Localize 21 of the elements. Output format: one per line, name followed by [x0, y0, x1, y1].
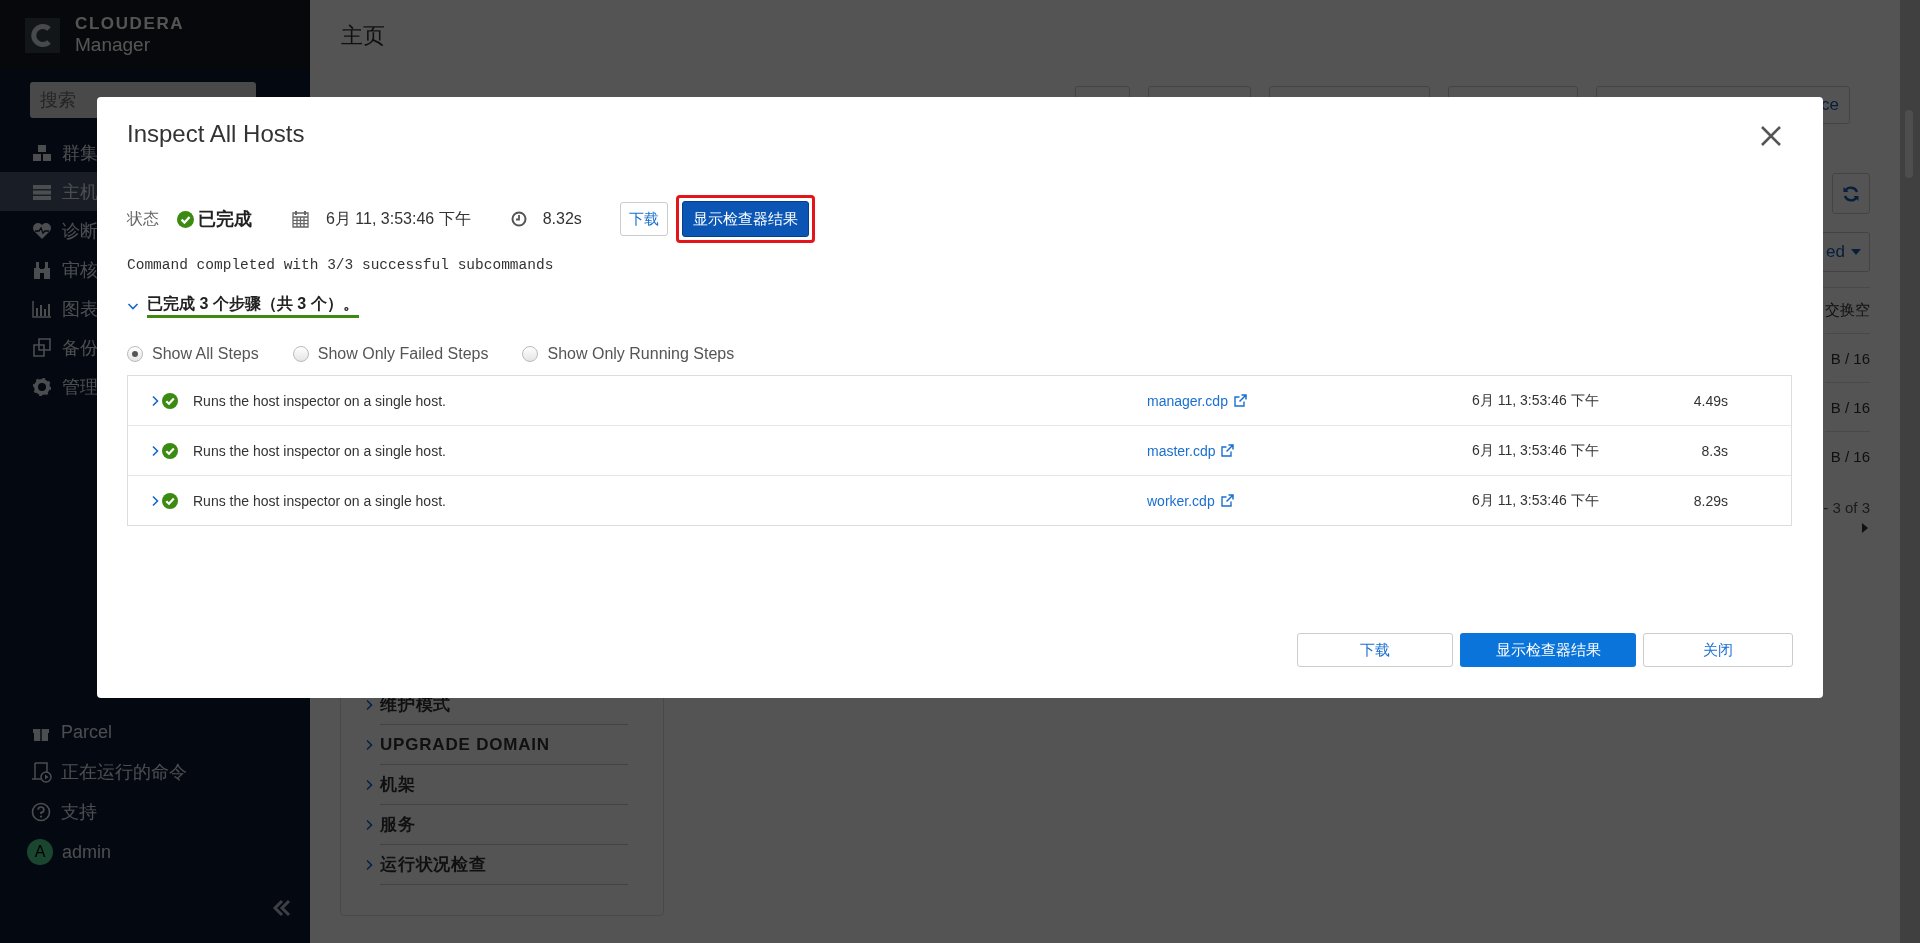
dialog-title: Inspect All Hosts	[127, 119, 305, 149]
step-duration: 8.3s	[1700, 442, 1728, 459]
step-time: 6月 11, 3:53:46 下午	[1472, 391, 1600, 410]
step-duration: 4.49s	[1692, 392, 1728, 409]
duration: 8.32s	[542, 210, 582, 228]
product-name: Manager	[75, 34, 151, 56]
status-label: 状态	[127, 208, 159, 229]
step-description: Runs the host inspector on a single host.	[193, 442, 446, 459]
step-description: Runs the host inspector on a single host.	[193, 392, 446, 409]
table-cell: B / 16	[1824, 333, 1870, 382]
step-time: 6月 11, 3:53:46 下午	[1472, 491, 1600, 510]
table-cell: B / 16	[1824, 431, 1870, 480]
step-time: 6月 11, 3:53:46 下午	[1472, 441, 1600, 460]
step-description: Runs the host inspector on a single host.	[193, 492, 446, 509]
command-message: Command completed with 3/3 successful subcommands	[127, 256, 555, 275]
start-time: 6月 11, 3:53:46 下午	[326, 208, 471, 229]
brand-name: CLOUDERA	[75, 14, 185, 34]
table-cell: B / 16	[1824, 382, 1870, 431]
status-value: 已完成	[198, 208, 252, 231]
step-duration: 8.29s	[1692, 492, 1728, 509]
pagination-text: - 3 of 3	[1823, 498, 1870, 518]
